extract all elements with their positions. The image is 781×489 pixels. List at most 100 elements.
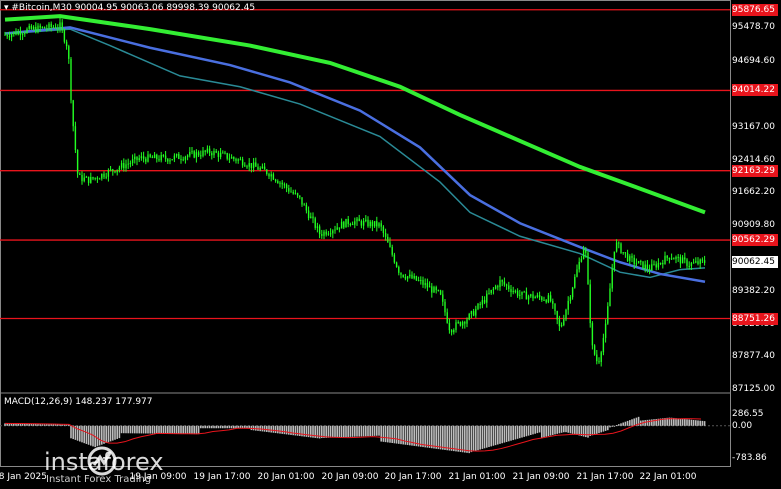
macd-bar: [283, 425, 286, 435]
macd-bar: [215, 425, 217, 429]
level-price-tag: 95876.65: [732, 3, 778, 16]
candle-body: [65, 41, 68, 47]
candle-body: [615, 242, 618, 252]
macd-bar: [345, 425, 347, 438]
macd-bar: [607, 425, 609, 431]
macd-bar: [182, 425, 184, 434]
candle-body: [490, 289, 492, 294]
macd-bar: [125, 425, 127, 434]
candle-body: [585, 249, 587, 253]
macd-bar: [131, 425, 134, 434]
macd-axis-label: 286.55: [732, 409, 764, 419]
macd-bar: [136, 425, 138, 434]
macd-bar: [52, 424, 55, 426]
candle-body: [211, 153, 213, 156]
macd-bar: [516, 425, 519, 439]
candle-body: [387, 236, 389, 243]
candle-body: [213, 151, 215, 156]
candle-body: [404, 276, 407, 279]
candle-body: [305, 204, 308, 211]
macd-bar: [565, 425, 567, 433]
macd-bar: [303, 425, 305, 437]
candle-body: [6, 34, 8, 37]
candle-body: [653, 264, 655, 266]
macd-bar: [343, 425, 345, 438]
time-axis-label: 20 Jan 09:00: [321, 472, 379, 482]
candle-body: [103, 173, 105, 177]
candle-body: [505, 284, 508, 286]
macd-bar: [541, 425, 543, 438]
price-axis-label: 95478.70: [732, 22, 775, 32]
candle-body: [79, 173, 81, 175]
candle-body: [574, 276, 576, 288]
candle-body: [640, 261, 642, 263]
macd-bar: [270, 425, 272, 433]
chart-canvas[interactable]: [0, 0, 781, 489]
candle-body: [259, 168, 261, 170]
candle-body: [197, 152, 200, 156]
candle-body: [131, 159, 134, 164]
candle-body: [83, 177, 85, 182]
candle-body: [523, 291, 525, 293]
macd-bar: [98, 425, 101, 446]
macd-bar: [162, 425, 165, 434]
macd-bar: [61, 424, 63, 426]
candle-body: [371, 221, 374, 227]
macd-bar: [543, 425, 545, 438]
candle-body: [125, 164, 127, 169]
macd-bar: [681, 418, 684, 426]
candle-body: [52, 27, 55, 29]
candle-body: [147, 154, 149, 162]
macd-bar: [470, 425, 473, 453]
macd-bar: [21, 423, 24, 426]
macd-bar: [37, 424, 39, 426]
candle-body: [384, 233, 387, 237]
candle-body: [340, 221, 343, 229]
macd-bar: [602, 425, 605, 432]
candle-body: [283, 184, 286, 186]
candle-body: [237, 159, 239, 161]
macd-bar: [288, 425, 290, 435]
candle-body: [607, 306, 609, 324]
macd-bar: [646, 419, 649, 426]
candle-body: [356, 218, 358, 222]
macd-bar: [369, 425, 371, 437]
level-price-tag: 88751.26: [732, 312, 778, 325]
candle-body: [446, 312, 448, 323]
macd-bar: [651, 419, 653, 426]
price-axis-label: 87125.00: [732, 384, 775, 394]
time-axis-label: 20 Jan 01:00: [257, 472, 315, 482]
candle-body: [349, 223, 352, 225]
macd-bar: [24, 423, 26, 426]
macd-bar: [494, 425, 497, 446]
candle-body: [41, 26, 44, 28]
macd-bar: [398, 425, 400, 444]
macd-bar: [554, 425, 556, 435]
macd-bar: [79, 425, 81, 442]
candle-body: [17, 31, 19, 35]
macd-bar: [510, 425, 512, 441]
candle-body: [263, 166, 266, 170]
macd-bar: [140, 425, 143, 434]
candle-body: [668, 257, 671, 260]
macd-bar: [213, 425, 215, 429]
candle-body: [591, 323, 594, 346]
macd-bar: [329, 425, 332, 438]
candle-body: [461, 322, 464, 326]
macd-bar: [85, 425, 88, 444]
macd-bar: [50, 424, 52, 426]
candle-body: [204, 150, 206, 152]
macd-bar: [631, 419, 633, 426]
candle-body: [32, 26, 35, 30]
candle-body: [637, 261, 640, 264]
candle-body: [567, 300, 569, 310]
macd-bar: [569, 425, 572, 434]
time-axis-label: 22 Jan 01:00: [639, 472, 697, 482]
candle-body: [554, 303, 556, 312]
macd-bar: [129, 425, 132, 434]
macd-bar: [402, 425, 404, 445]
macd-axis-label: -783.86: [732, 453, 767, 463]
candle-body: [74, 126, 77, 150]
candle-body: [499, 280, 501, 288]
macd-bar: [475, 425, 477, 451]
